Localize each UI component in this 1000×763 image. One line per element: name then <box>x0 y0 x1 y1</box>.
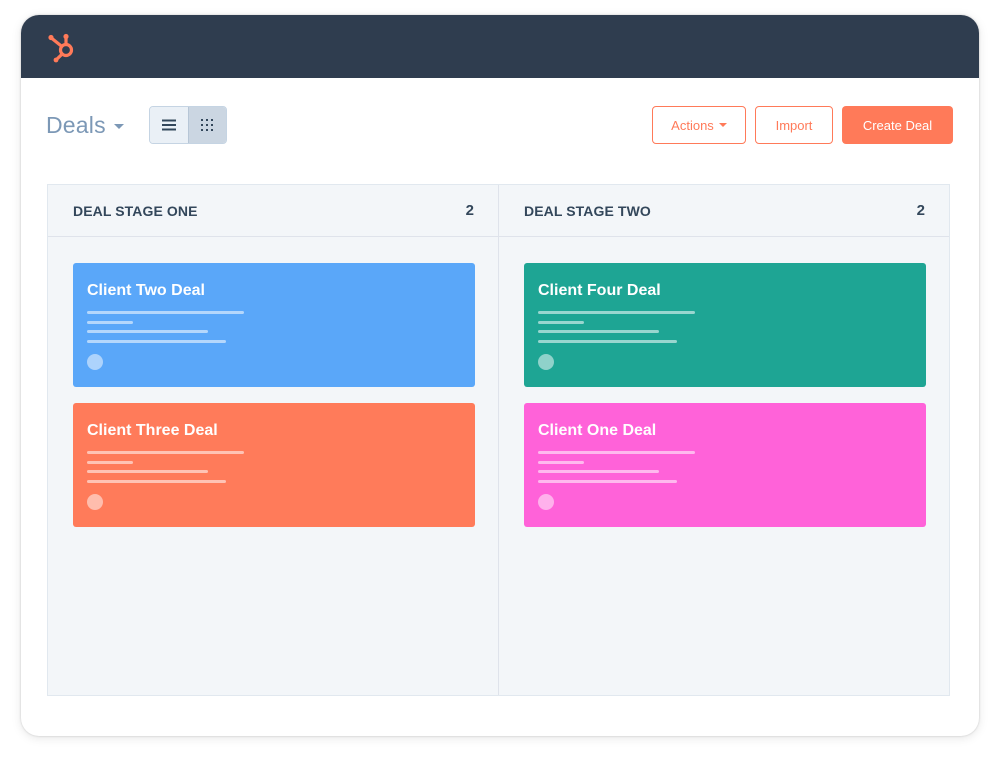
deal-stage-column: DEAL STAGE TWO 2 Client Four Deal Client… <box>498 185 949 695</box>
card-list: Client Two Deal Client Three Deal <box>48 237 498 527</box>
column-header: DEAL STAGE ONE 2 <box>48 185 498 237</box>
board-view-button[interactable] <box>187 107 226 143</box>
placeholder-line <box>538 330 659 333</box>
placeholder-line <box>538 451 695 454</box>
chevron-down-icon <box>113 124 124 129</box>
placeholder-line <box>87 340 226 343</box>
import-button-label: Import <box>775 117 813 133</box>
app-window: Deals Actions Import Create Deal DEAL ST… <box>21 15 979 736</box>
placeholder-line <box>87 311 244 314</box>
chevron-down-icon <box>718 123 727 127</box>
deal-card[interactable]: Client Three Deal <box>73 403 475 527</box>
placeholder-line <box>538 470 659 473</box>
hubspot-sprocket-icon[interactable] <box>46 30 80 64</box>
page-title-dropdown[interactable]: Deals <box>46 111 124 139</box>
owner-avatar <box>538 354 554 370</box>
actions-button-label: Actions <box>671 117 714 133</box>
placeholder-line <box>87 480 226 483</box>
owner-avatar <box>538 494 554 510</box>
placeholder-line <box>87 330 208 333</box>
deal-card-title: Client Three Deal <box>87 422 218 439</box>
placeholder-line <box>538 311 695 314</box>
placeholder-line <box>87 470 208 473</box>
deal-card[interactable]: Client Two Deal <box>73 263 475 387</box>
placeholder-line <box>538 340 677 343</box>
deal-card[interactable]: Client One Deal <box>524 403 926 527</box>
import-button[interactable]: Import <box>755 106 833 144</box>
create-deal-button[interactable]: Create Deal <box>842 106 953 144</box>
column-header: DEAL STAGE TWO 2 <box>499 185 949 237</box>
deals-board: DEAL STAGE ONE 2 Client Two Deal Client … <box>47 184 950 696</box>
placeholder-line <box>538 461 584 464</box>
column-count: 2 <box>465 202 474 219</box>
grid-view-icon <box>201 119 214 131</box>
placeholder-line <box>538 321 584 324</box>
column-count: 2 <box>916 202 925 219</box>
deal-stage-column: DEAL STAGE ONE 2 Client Two Deal Client … <box>48 185 498 695</box>
owner-avatar <box>87 494 103 510</box>
deal-card[interactable]: Client Four Deal <box>524 263 926 387</box>
placeholder-line <box>87 461 133 464</box>
create-deal-button-label: Create Deal <box>862 117 933 133</box>
owner-avatar <box>87 354 103 370</box>
column-title: DEAL STAGE ONE <box>73 202 198 219</box>
card-list: Client Four Deal Client One Deal <box>499 237 949 527</box>
column-title: DEAL STAGE TWO <box>524 202 651 219</box>
page-title: Deals <box>46 111 106 138</box>
placeholder-line <box>87 321 133 324</box>
placeholder-line <box>538 480 677 483</box>
deal-card-title: Client Four Deal <box>538 282 661 299</box>
list-view-button[interactable] <box>150 107 188 143</box>
actions-button[interactable]: Actions <box>652 106 746 144</box>
top-navigation-bar <box>21 15 979 78</box>
list-view-icon <box>161 119 176 131</box>
view-mode-toggle <box>149 106 227 144</box>
placeholder-line <box>87 451 244 454</box>
deal-card-title: Client One Deal <box>538 422 657 439</box>
deal-card-title: Client Two Deal <box>87 282 205 299</box>
